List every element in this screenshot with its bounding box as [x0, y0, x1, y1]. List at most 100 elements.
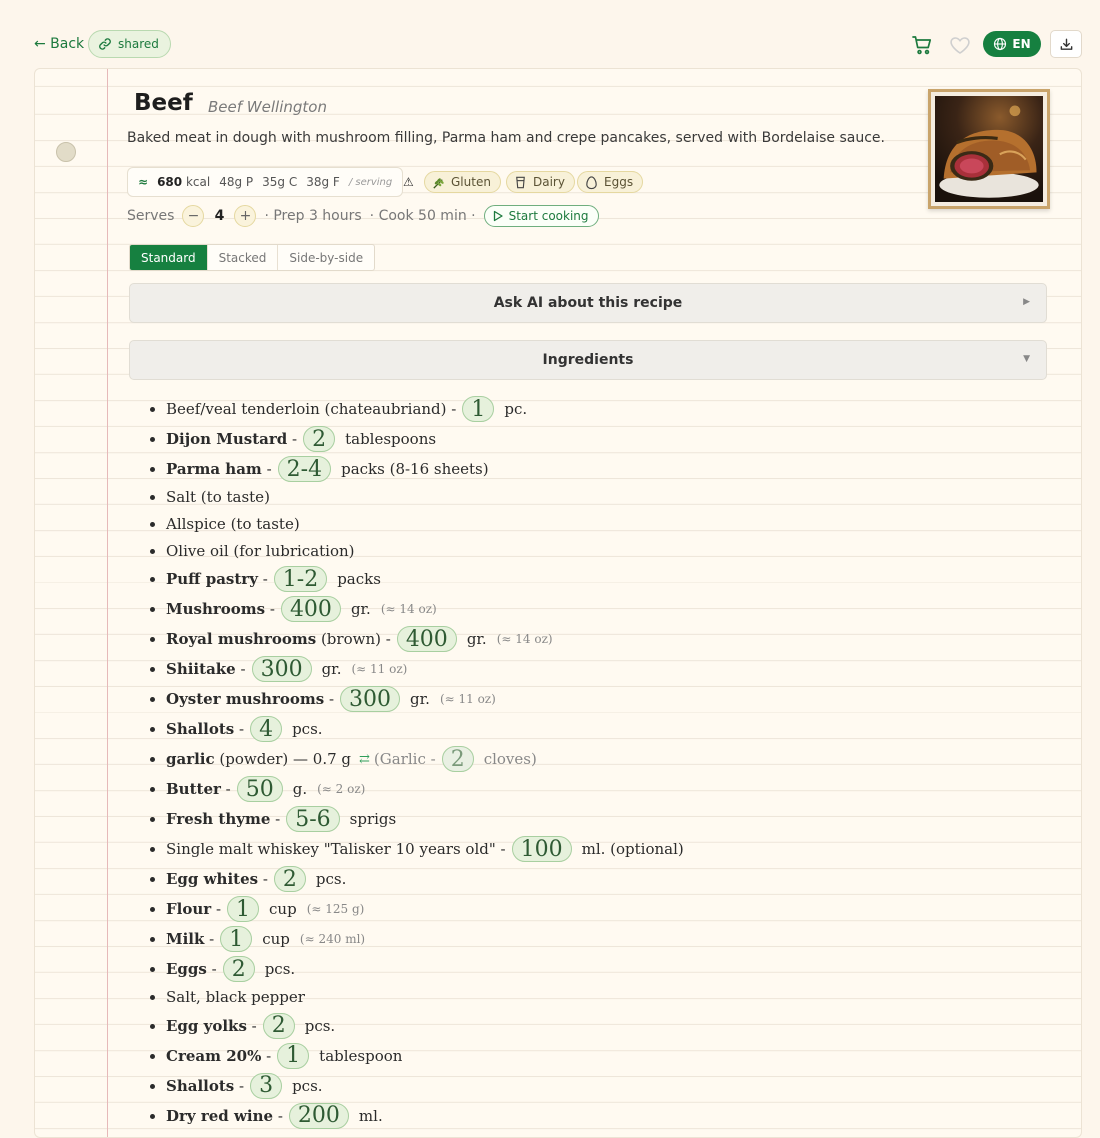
separator: -: [324, 690, 335, 709]
ingredient-list: Beef/veal tenderloin (chateaubriand) -1p…: [150, 394, 684, 1131]
globe-icon: [994, 37, 1007, 51]
quantity-pill[interactable]: 4: [250, 716, 283, 743]
unit-conversion: (≈ 11 oz): [439, 692, 496, 707]
ingredients-accordion[interactable]: Ingredients ▼: [129, 340, 1047, 380]
serves-row: Serves − 4 + · Prep 3 hours · Cook 50 mi…: [127, 205, 599, 227]
unit: pcs.: [264, 960, 296, 979]
quantity-pill[interactable]: 2: [273, 866, 306, 893]
quantity-pill[interactable]: 3: [250, 1072, 283, 1099]
swap-icon[interactable]: ⇄: [359, 752, 370, 767]
unit-conversion: (≈ 14 oz): [496, 632, 553, 647]
ingredient-item: Single malt whiskey "Talisker 10 years o…: [150, 834, 684, 864]
allergen-gluten[interactable]: Gluten: [424, 171, 501, 193]
carbs: 35g C: [262, 175, 298, 189]
recipe-photo[interactable]: [928, 89, 1050, 209]
unit: pcs.: [315, 870, 347, 889]
quantity-pill[interactable]: 2: [222, 956, 255, 983]
alternative-label: (Garlic -: [373, 750, 436, 769]
language-button[interactable]: EN: [983, 31, 1041, 57]
ingredient-item: Puff pastry -1-2 packs: [150, 564, 684, 594]
quantity-pill[interactable]: 300: [340, 686, 401, 713]
quantity-pill[interactable]: 300: [251, 656, 312, 683]
unit-conversion: (≈ 240 ml): [299, 932, 366, 947]
separator: -: [211, 900, 222, 919]
quantity-pill[interactable]: 1: [277, 1042, 310, 1069]
ingredient-item: Beef/veal tenderloin (chateaubriand) -1p…: [150, 394, 684, 424]
ingredient-name: Dijon Mustard: [166, 430, 288, 448]
unit: packs: [337, 570, 381, 589]
cart-icon[interactable]: [910, 33, 934, 57]
quantity-pill[interactable]: 100: [511, 836, 572, 863]
margin-line: [107, 69, 108, 1137]
quantity-pill[interactable]: 400: [396, 626, 457, 653]
quantity-pill[interactable]: 2: [262, 1012, 295, 1039]
quantity-pill[interactable]: 1: [462, 396, 495, 422]
quantity-pill[interactable]: 1: [227, 896, 260, 923]
quantity-pill[interactable]: 200: [288, 1102, 349, 1129]
ingredient-item: garlic (powder) — 0.7 g ⇄ (Garlic - 2 cloves…: [150, 744, 684, 774]
ingredient-name: Parma ham: [166, 460, 262, 478]
heart-icon[interactable]: [948, 33, 972, 57]
quantity-pill[interactable]: 2: [303, 426, 336, 452]
per-serving: / serving: [348, 176, 393, 188]
allergen-eggs[interactable]: Eggs: [577, 171, 644, 193]
quantity-pill[interactable]: 1-2: [273, 566, 328, 593]
ingredient-name: Royal mushrooms: [166, 630, 317, 649]
prep-time: · Prep 3 hours: [264, 208, 362, 224]
unit: sprigs: [349, 810, 397, 829]
nutrition-bar: ≈ 680 kcal 48g P 35g C 38g F / serving: [127, 167, 404, 197]
tab-stacked[interactable]: Stacked: [208, 245, 279, 270]
quantity-pill[interactable]: 50: [236, 776, 283, 803]
ingredient-item: Oyster mushrooms -300 gr. (≈ 11 oz): [150, 684, 684, 714]
quantity-pill[interactable]: 1: [220, 926, 253, 953]
quantity-pill[interactable]: 5-6: [286, 806, 340, 833]
ingredient-item: Royal mushrooms (brown) -400 gr. (≈ 14 oz): [150, 624, 684, 654]
tab-standard[interactable]: Standard: [130, 245, 208, 270]
unit-conversion: (≈ 125 g): [306, 902, 365, 917]
tab-side-by-side[interactable]: Side-by-side: [278, 245, 374, 270]
separator: -: [265, 600, 275, 619]
recipe-description: Baked meat in dough with mushroom fillin…: [127, 130, 885, 146]
unit: gr.: [466, 630, 487, 649]
download-button[interactable]: [1050, 30, 1082, 58]
separator: -: [446, 400, 457, 418]
ingredient-name: Dry red wine: [166, 1106, 274, 1125]
ingredient-name: Shallots: [166, 720, 235, 739]
ingredients-label: Ingredients: [542, 352, 634, 368]
ingredient-name: Fresh thyme: [166, 810, 271, 829]
allergen-label: Gluten: [451, 175, 491, 189]
start-cooking-button[interactable]: Start cooking: [483, 205, 599, 227]
ask-ai-accordion[interactable]: Ask AI about this recipe ▶: [129, 283, 1047, 323]
separator: -: [235, 660, 246, 679]
unit-conversion: (≈ 14 oz): [380, 602, 437, 617]
unit: packs (8-16 sheets): [341, 460, 489, 478]
ingredient-name: Eggs: [166, 960, 207, 979]
back-link[interactable]: ← Back: [34, 36, 84, 52]
unit: tablespoon: [319, 1046, 403, 1065]
download-icon: [1060, 38, 1072, 50]
quantity-pill[interactable]: 2: [441, 746, 474, 773]
ingredient-detail: Beef/veal tenderloin (chateaubriand): [166, 400, 447, 418]
separator: -: [246, 1016, 257, 1035]
unit: ml.: [358, 1106, 383, 1125]
serves-increase-button[interactable]: +: [234, 205, 257, 227]
separator: -: [270, 810, 281, 829]
unit: g.: [292, 780, 308, 799]
allergen-dairy[interactable]: Dairy: [506, 171, 575, 193]
separator: -: [220, 780, 231, 799]
ingredient-item: Allspice (to taste): [150, 511, 684, 538]
egg-icon: [586, 175, 597, 189]
serves-decrease-button[interactable]: −: [182, 205, 205, 227]
quantity-pill[interactable]: 2-4: [277, 456, 332, 482]
quantity-pill[interactable]: 400: [280, 596, 341, 623]
language-label: EN: [1012, 37, 1031, 51]
separator: -: [261, 1046, 272, 1065]
unit: pc.: [504, 400, 528, 418]
serves-label: Serves: [127, 208, 175, 224]
unit: gr.: [321, 660, 342, 679]
start-cooking-label: Start cooking: [508, 209, 589, 223]
allergen-label: Dairy: [533, 175, 565, 189]
separator: -: [273, 1106, 283, 1125]
ingredient-item: Milk -1 cup (≈ 240 ml): [150, 924, 684, 954]
shared-badge[interactable]: shared: [88, 30, 171, 58]
